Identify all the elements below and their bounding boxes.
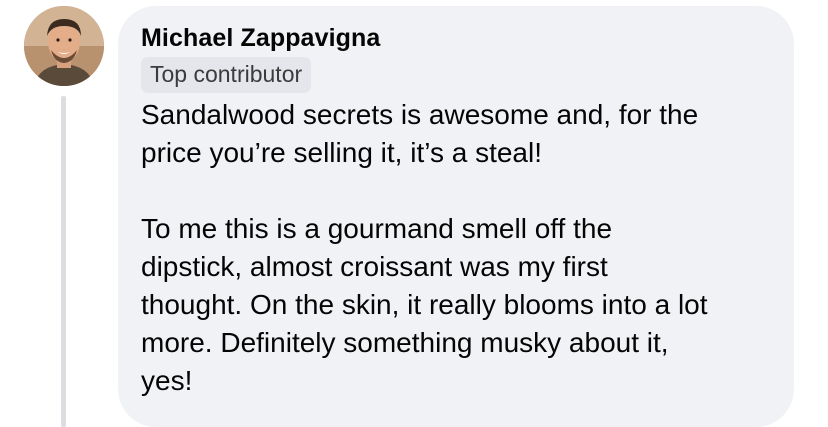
comment-paragraph-2: To me this is a gourmand smell off the d… <box>141 213 708 396</box>
top-contributor-badge[interactable]: Top contributor <box>141 57 312 93</box>
user-photo-icon <box>24 6 104 86</box>
comment-thread: Michael Zappavigna Top contributor Sanda… <box>0 0 828 427</box>
comment-bubble: Michael Zappavigna Top contributor Sanda… <box>118 6 794 427</box>
avatar[interactable] <box>24 6 104 86</box>
thread-connector-line <box>61 96 66 427</box>
comment-author-name[interactable]: Michael Zappavigna <box>141 22 774 54</box>
comment-text: Sandalwood secrets is awesome and, for t… <box>141 96 781 400</box>
comment-paragraph-1: Sandalwood secrets is awesome and, for t… <box>141 99 699 168</box>
